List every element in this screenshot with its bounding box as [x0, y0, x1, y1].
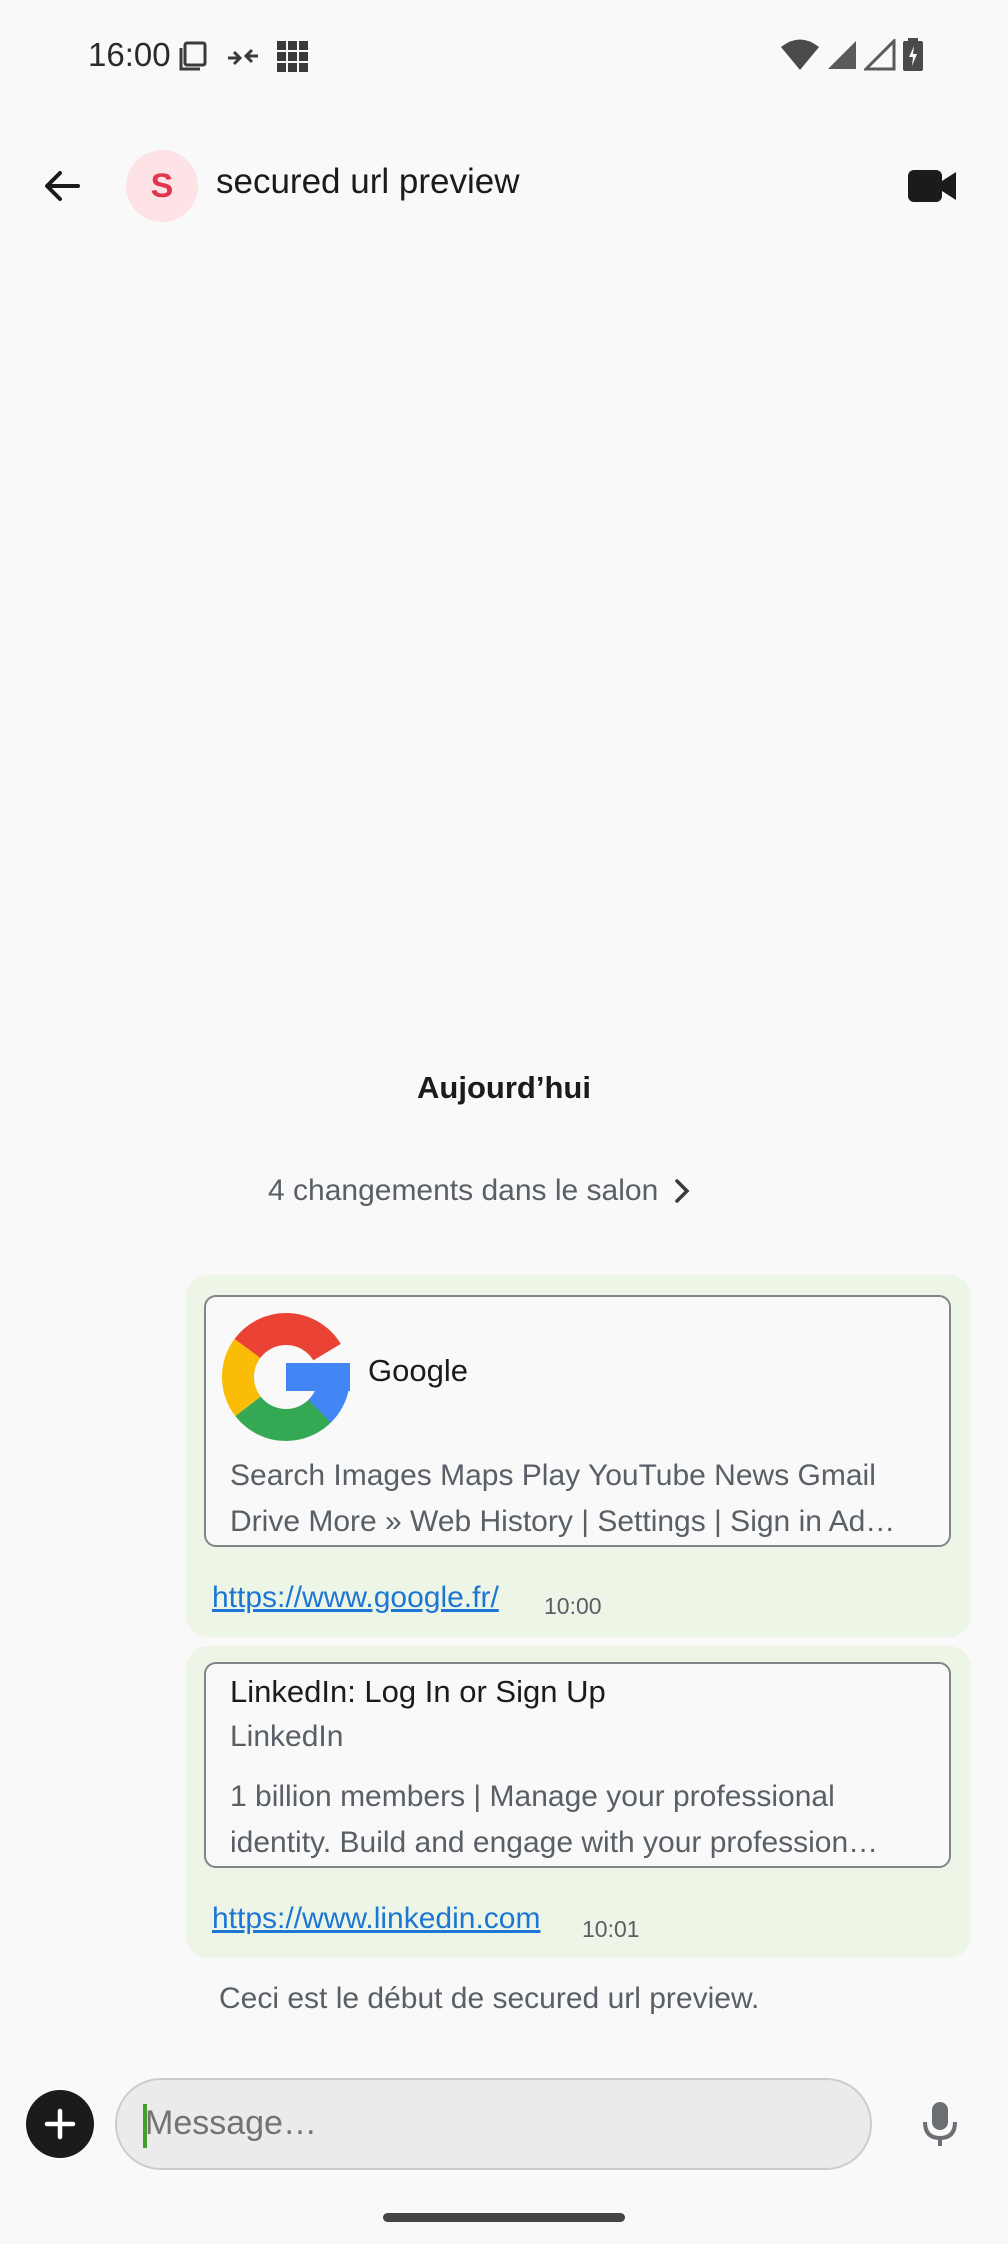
message-placeholder: Message…: [145, 2104, 317, 2142]
message-input[interactable]: Message…: [115, 2078, 872, 2170]
video-camera-icon: [908, 170, 956, 202]
voice-message-button[interactable]: [912, 2096, 968, 2152]
message-timestamp: 10:01: [582, 1916, 640, 1942]
apps-grid-icon: [277, 41, 308, 72]
data-saver-icon: [228, 48, 258, 66]
preview-description-line: 1 billion members | Manage your professi…: [230, 1780, 835, 1813]
date-separator: Aujourd’hui: [417, 1070, 591, 1105]
top-app-bar: S secured url preview: [0, 130, 1008, 240]
google-logo-icon: [222, 1313, 350, 1441]
home-indicator[interactable]: [383, 2213, 625, 2222]
microphone-icon: [923, 2102, 957, 2146]
room-changes-label: 4 changements dans le salon: [268, 1174, 659, 1207]
arrow-back-icon: [45, 171, 80, 201]
signal-icon: [828, 41, 856, 69]
preview-description: 1 billion members | Manage your professi…: [230, 1774, 927, 1866]
wifi-icon: [781, 39, 819, 70]
preview-description: Search Images Maps Play YouTube News Gma…: [230, 1453, 927, 1545]
message-link[interactable]: https://www.google.fr/: [212, 1581, 499, 1615]
room-title[interactable]: secured url preview: [216, 162, 519, 202]
preview-title: LinkedIn: Log In or Sign Up: [230, 1674, 606, 1709]
signal-icon-2: [864, 39, 896, 71]
screen: 16:00 S secured url preview Aujourd’hui …: [0, 0, 1008, 2244]
chevron-right-icon: [675, 1179, 690, 1203]
message-timestamp: 10:00: [544, 1593, 602, 1619]
preview-site-name: LinkedIn: [230, 1720, 344, 1753]
preview-site-name: Google: [368, 1353, 468, 1388]
screenshot-icon: [179, 41, 207, 71]
url-preview-card[interactable]: Google Search Images Maps Play YouTube N…: [204, 1295, 951, 1547]
url-preview-card[interactable]: LinkedIn: Log In or Sign Up LinkedIn 1 b…: [204, 1662, 951, 1868]
room-start-notice: Ceci est le début de secured url preview…: [219, 1982, 760, 2015]
message-link[interactable]: https://www.linkedin.com: [212, 1902, 540, 1936]
room-avatar[interactable]: S: [126, 150, 198, 222]
battery-charging-icon: [903, 38, 923, 71]
back-button[interactable]: [30, 154, 94, 218]
room-changes-summary[interactable]: 4 changements dans le salon: [268, 1174, 692, 1208]
status-time: 16:00: [88, 36, 171, 73]
status-bar: 16:00: [0, 0, 1008, 112]
message-bubble[interactable]: Google Search Images Maps Play YouTube N…: [186, 1275, 971, 1637]
preview-description-line: identity. Build and engage with your pro…: [230, 1826, 879, 1859]
preview-description-line: Drive More » Web History | Settings | Si…: [230, 1505, 896, 1538]
preview-description-line: Search Images Maps Play YouTube News Gma…: [230, 1459, 876, 1492]
add-attachment-button[interactable]: [26, 2090, 94, 2158]
message-bubble[interactable]: LinkedIn: Log In or Sign Up LinkedIn 1 b…: [186, 1646, 971, 1958]
video-call-button[interactable]: [900, 158, 964, 214]
plus-icon: [44, 2108, 76, 2140]
status-icons: [780, 38, 924, 72]
